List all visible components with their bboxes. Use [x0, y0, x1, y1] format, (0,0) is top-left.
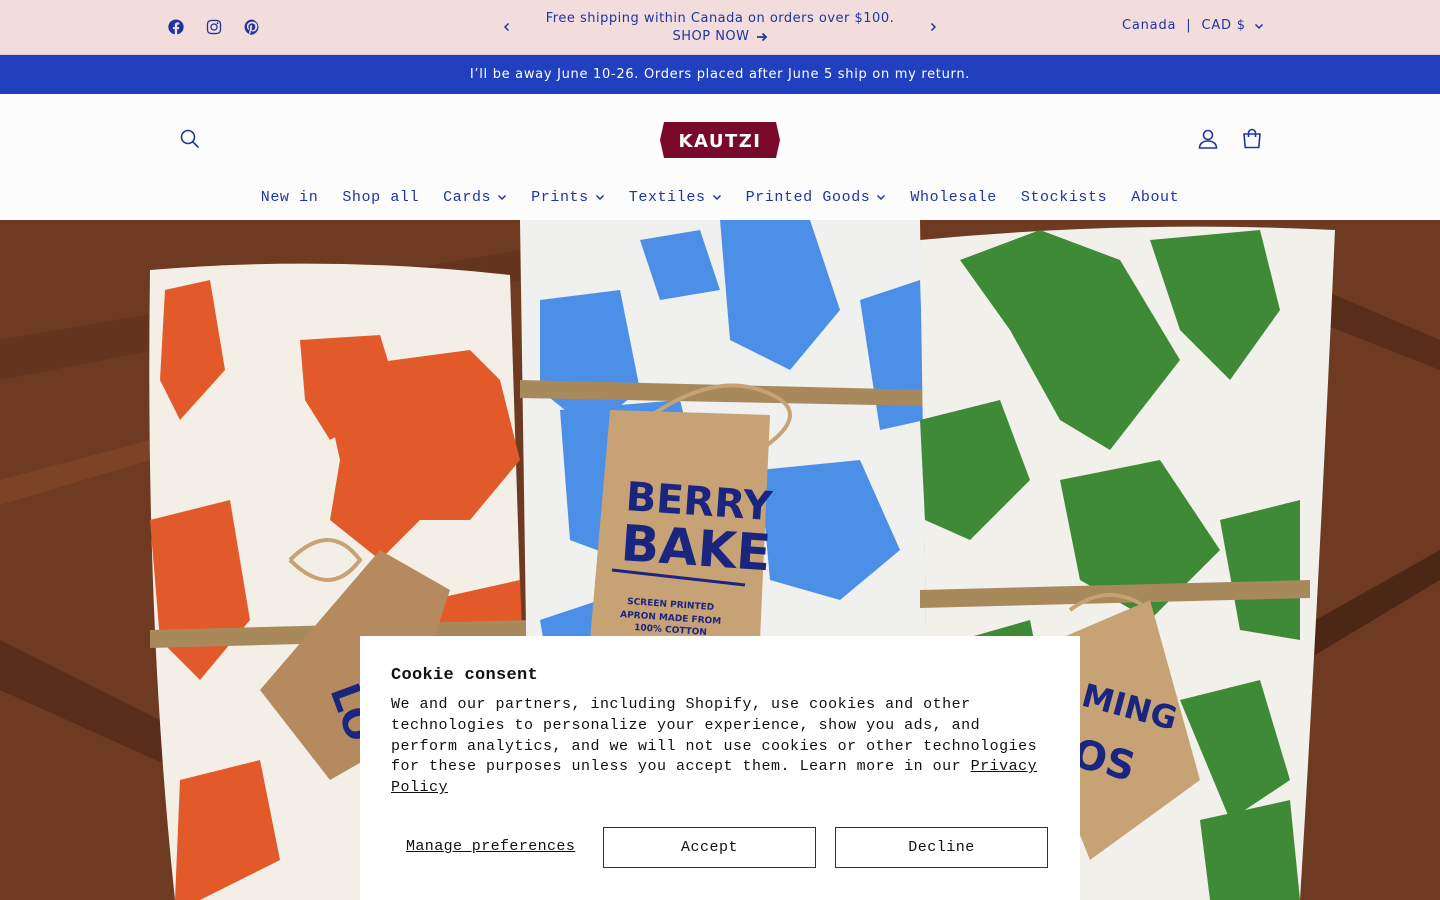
notice-text: I’ll be away June 10-26. Orders placed a…	[469, 67, 971, 82]
nav-wholesale[interactable]: Wholesale	[898, 186, 1008, 208]
nav-label: Prints	[531, 188, 589, 206]
manage-preferences-button[interactable]: Manage preferences	[406, 838, 575, 855]
notice-bar: I’ll be away June 10-26. Orders placed a…	[0, 55, 1440, 94]
main-navigation: New in Shop all Cards Prints Textiles Pr…	[0, 186, 1440, 208]
nav-cards[interactable]: Cards	[431, 186, 519, 208]
nav-label: Shop all	[342, 188, 420, 206]
social-links	[166, 17, 262, 37]
nav-printed-goods[interactable]: Printed Goods	[734, 186, 899, 208]
cart-button[interactable]	[1240, 127, 1266, 153]
chevron-down-icon	[1254, 23, 1263, 29]
nav-shop-all[interactable]: Shop all	[330, 186, 431, 208]
announcement-next-button[interactable]	[923, 17, 943, 37]
chevron-down-icon	[712, 194, 721, 201]
nav-label: Cards	[443, 188, 492, 206]
announcement-text: Free shipping within Canada on orders ov…	[545, 11, 895, 26]
facebook-icon[interactable]	[166, 17, 186, 37]
shop-now-label: SHOP NOW	[672, 29, 750, 44]
announcement-bar: Free shipping within Canada on orders ov…	[0, 0, 1440, 55]
nav-label: Printed Goods	[745, 188, 871, 206]
chevron-down-icon	[498, 194, 507, 201]
chevron-right-icon	[930, 22, 937, 32]
nav-label: Textiles	[628, 188, 706, 206]
announcement-prev-button[interactable]	[497, 17, 517, 37]
arrow-right-icon	[756, 32, 767, 42]
locale-currency: CAD $	[1201, 18, 1246, 33]
site-header: KAUTZI New in Shop all Cards Prints Text…	[0, 94, 1440, 220]
pinterest-icon[interactable]	[242, 17, 262, 37]
account-button[interactable]	[1196, 127, 1222, 153]
site-logo[interactable]: KAUTZI	[660, 122, 780, 158]
cookie-body-text: We and our partners, including Shopify, …	[391, 696, 1038, 776]
accept-button[interactable]: Accept	[603, 827, 816, 868]
decline-button[interactable]: Decline	[835, 827, 1048, 868]
nav-new-in[interactable]: New in	[249, 186, 331, 208]
nav-label: Wholesale	[910, 188, 997, 206]
chevron-down-icon	[877, 194, 886, 201]
cart-icon	[1243, 128, 1261, 149]
nav-textiles[interactable]: Textiles	[617, 186, 734, 208]
nav-label: New in	[260, 188, 319, 206]
nav-stockists[interactable]: Stockists	[1009, 186, 1119, 208]
shop-now-link[interactable]: SHOP NOW	[672, 28, 767, 46]
instagram-icon[interactable]	[204, 17, 224, 37]
locale-separator: |	[1186, 18, 1192, 33]
locale-country: Canada	[1122, 18, 1177, 33]
nav-prints[interactable]: Prints	[519, 186, 617, 208]
search-button[interactable]	[178, 127, 206, 155]
chevron-left-icon	[503, 22, 510, 32]
cookie-title: Cookie consent	[391, 666, 539, 685]
chevron-down-icon	[595, 194, 604, 201]
search-icon	[180, 129, 200, 149]
announcement-message: Free shipping within Canada on orders ov…	[520, 10, 920, 46]
country-currency-selector[interactable]: Canada | CAD $	[1122, 18, 1264, 33]
nav-about[interactable]: About	[1119, 186, 1191, 208]
cookie-consent-dialog: Cookie consent We and our partners, incl…	[360, 636, 1080, 900]
nav-label: About	[1131, 188, 1180, 206]
nav-label: Stockists	[1020, 188, 1108, 206]
logo-text: KAUTZI	[679, 131, 762, 152]
cookie-body: We and our partners, including Shopify, …	[391, 695, 1051, 799]
cookie-actions: Manage preferences Accept Decline	[391, 827, 1048, 868]
account-icon	[1198, 129, 1218, 149]
